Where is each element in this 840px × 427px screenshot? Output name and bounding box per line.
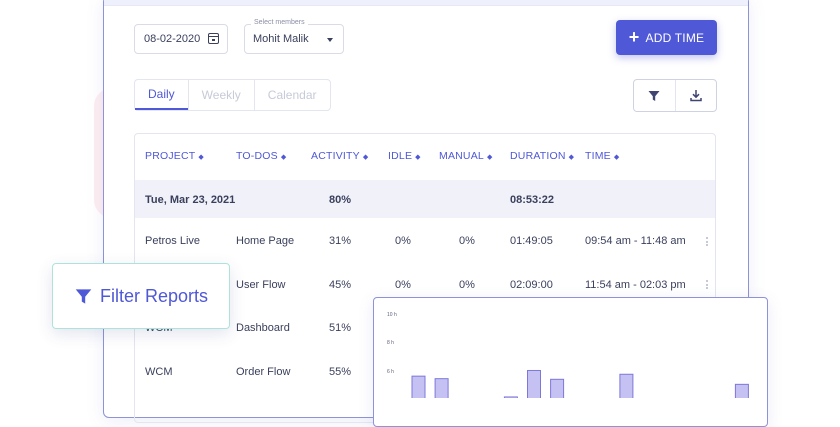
row-2-idle: 0%	[395, 279, 411, 291]
row-1-idle: 0%	[395, 235, 411, 247]
filter-icon	[648, 90, 660, 101]
caret-down-icon	[327, 38, 333, 42]
y-tick-label: 6 h	[387, 369, 394, 375]
row-3-todo: Dashboard	[236, 322, 290, 334]
row-1-time: 09:54 am - 11:48 am	[585, 235, 686, 247]
column-header-idle[interactable]: IDLE ◆	[388, 150, 421, 162]
view-tabs: Daily Weekly Calendar	[134, 79, 331, 111]
column-header-todos[interactable]: TO-DOS ◆	[236, 150, 286, 162]
row-1-manual: 0%	[459, 235, 475, 247]
row-2-todo: User Flow	[236, 279, 286, 291]
row-1-duration: 01:49:05	[510, 235, 553, 247]
day-duration: 08:53:22	[510, 194, 555, 206]
y-tick-label: 8 h	[387, 340, 394, 346]
row-1-project: Petros Live	[145, 235, 201, 247]
card-top-band	[104, 0, 748, 6]
row-2-activity: 45%	[329, 279, 352, 291]
chart-bar	[734, 383, 749, 398]
row-3-activity: 51%	[329, 322, 352, 334]
column-header-activity[interactable]: ACTIVITY ◆	[311, 150, 368, 162]
row-2-manual: 0%	[459, 279, 475, 291]
row-2-duration: 02:09:00	[510, 279, 553, 291]
download-icon	[690, 90, 702, 102]
filter-reports-card[interactable]: Filter Reports	[52, 263, 230, 329]
calendar-icon[interactable]	[207, 33, 220, 44]
row-4-activity: 55%	[329, 366, 352, 378]
column-header-time[interactable]: TIME ◆	[585, 150, 619, 162]
hours-chart-card: 10 h 8 h 6 h	[373, 297, 768, 427]
add-time-button[interactable]: + ADD TIME	[616, 20, 717, 55]
day-activity: 80%	[329, 194, 352, 206]
tab-daily[interactable]: Daily	[135, 80, 188, 110]
day-date: Tue, Mar 23, 2021	[145, 194, 236, 206]
chart-bar	[527, 369, 541, 398]
filter-reports-label: Filter Reports	[100, 285, 209, 306]
download-button[interactable]	[674, 80, 717, 111]
column-header-manual[interactable]: MANUAL ◆	[439, 150, 493, 162]
row-1-more-icon[interactable]	[706, 237, 708, 248]
column-header-duration[interactable]: DURATION ◆	[510, 150, 574, 162]
add-time-label: ADD TIME	[645, 30, 705, 45]
table-tools	[633, 79, 717, 112]
hours-bar-chart: 10 h 8 h 6 h	[387, 312, 749, 398]
chart-bar	[619, 373, 634, 398]
plus-icon: +	[628, 26, 640, 47]
chart-bar	[434, 378, 449, 398]
member-select[interactable]: Select members Mohit Malik	[244, 19, 344, 54]
row-1-activity: 31%	[329, 235, 352, 247]
tab-weekly[interactable]: Weekly	[187, 80, 254, 110]
column-header-project[interactable]: PROJECT ◆	[145, 150, 204, 162]
member-select-label: Select members	[251, 19, 308, 26]
date-picker[interactable]: 08-02-2020	[134, 24, 228, 54]
filter-button[interactable]	[634, 80, 675, 111]
date-value: 08-02-2020	[144, 33, 201, 45]
chart-bar	[550, 378, 565, 398]
tab-calendar[interactable]: Calendar	[253, 80, 330, 110]
y-tick-label: 10 h	[387, 312, 397, 318]
chart-bar	[411, 375, 426, 398]
member-select-value: Mohit Malik	[253, 33, 309, 45]
row-2-more-icon[interactable]	[706, 280, 708, 291]
filter-icon	[75, 288, 92, 304]
row-1-todo: Home Page	[236, 235, 295, 247]
row-4-todo: Order Flow	[236, 366, 291, 378]
row-2-time: 11:54 am - 02:03 pm	[585, 279, 686, 291]
row-4-project: WCM	[145, 366, 173, 378]
chart-bar	[503, 396, 518, 398]
